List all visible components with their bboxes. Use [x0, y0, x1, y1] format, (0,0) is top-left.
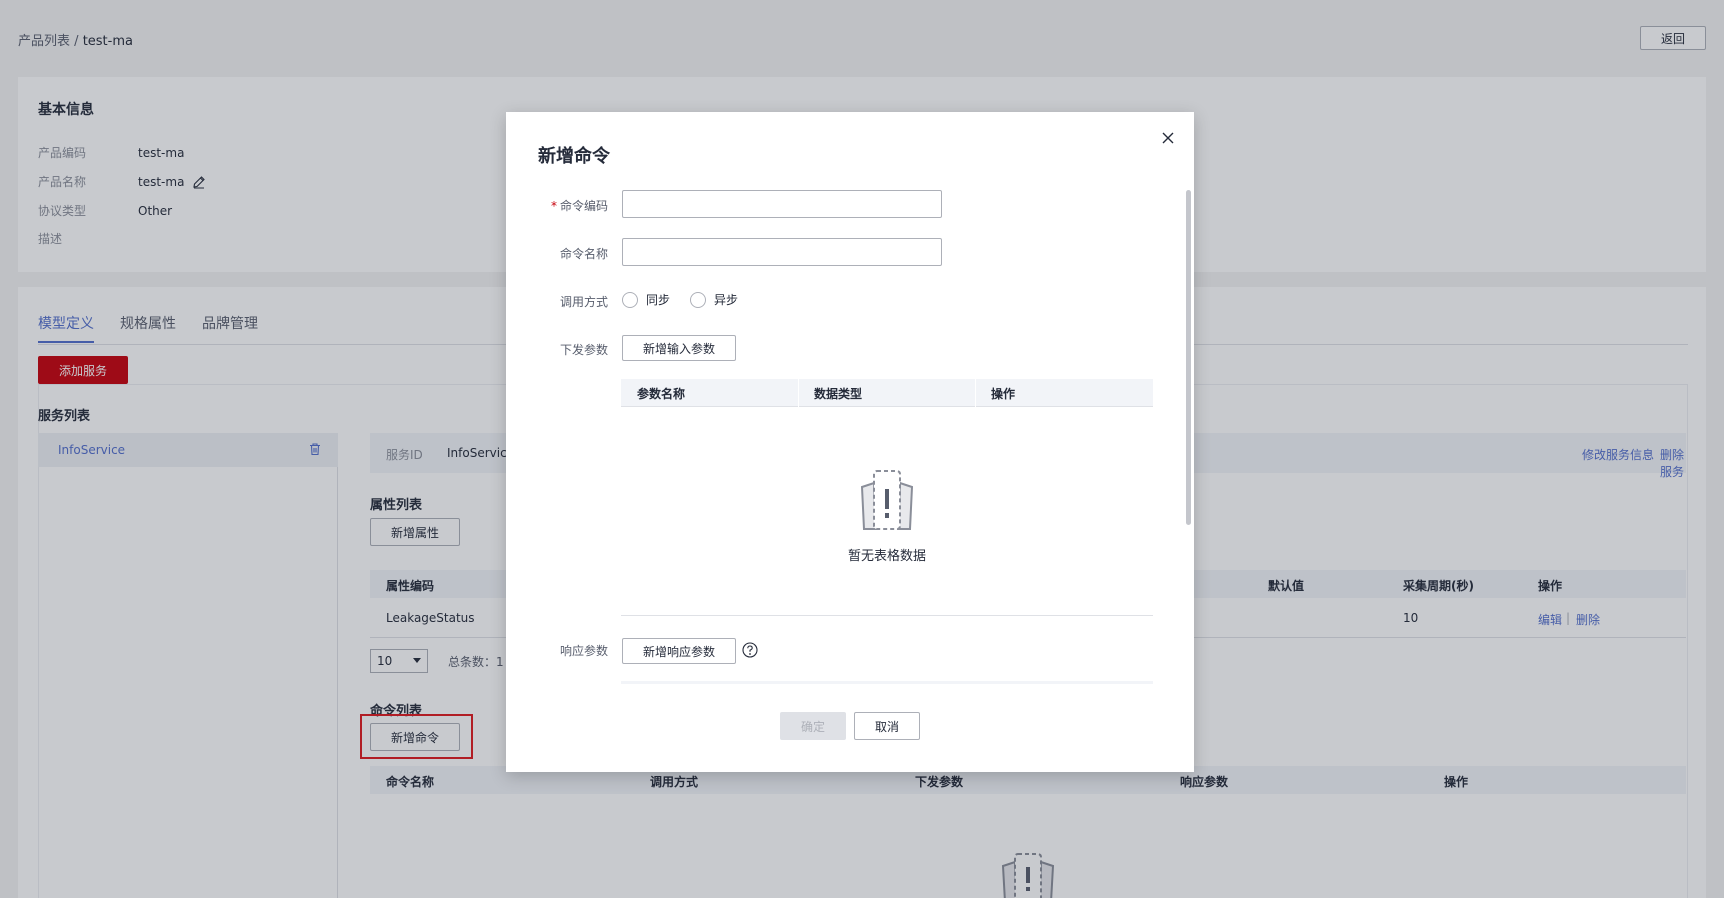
radio-label: 异步: [714, 293, 739, 307]
column-divider: [975, 379, 976, 407]
command-code-label-text: 命令编码: [559, 199, 608, 213]
column-divider: [798, 379, 799, 407]
cancel-button[interactable]: 取消: [854, 712, 920, 740]
confirm-button[interactable]: 确定: [780, 712, 846, 740]
dialog-title: 新增命令: [538, 146, 610, 167]
response-table-header-edge: [621, 681, 1153, 684]
downlink-params-label: 下发参数: [559, 343, 608, 357]
add-input-param-button[interactable]: 新增输入参数: [622, 335, 737, 361]
column-header: 操作: [991, 387, 1016, 401]
add-command-dialog: 新增命令 * 命令编码 命令名称 调用方式 同步 异步 下发参数 新增输入参数 参…: [506, 112, 1194, 772]
add-response-param-button[interactable]: 新增响应参数: [622, 638, 737, 664]
close-icon[interactable]: [1160, 130, 1176, 146]
call-mode-label: 调用方式: [559, 295, 608, 309]
call-mode-async-radio[interactable]: 异步: [690, 291, 738, 308]
call-mode-sync-radio[interactable]: 同步: [622, 291, 670, 308]
required-mark: *: [550, 199, 557, 213]
empty-table-icon: [860, 470, 914, 530]
response-params-label: 响应参数: [559, 644, 608, 658]
param-table-header: 参数名称 数据类型 操作: [621, 379, 1153, 407]
command-code-input[interactable]: [622, 190, 942, 218]
param-table-bottom-border: [621, 615, 1153, 616]
empty-text: 暂无表格数据: [847, 549, 926, 564]
command-code-label: * 命令编码: [544, 197, 608, 214]
radio-circle[interactable]: [690, 291, 706, 308]
dialog-scrollbar[interactable]: [1186, 190, 1191, 525]
help-icon[interactable]: [742, 642, 758, 658]
radio-circle[interactable]: [622, 291, 638, 308]
command-name-label: 命令名称: [559, 247, 608, 261]
command-name-input[interactable]: [622, 238, 942, 266]
column-header: 数据类型: [814, 387, 863, 401]
column-header: 参数名称: [637, 387, 686, 401]
param-table-empty: 暂无表格数据: [621, 467, 1153, 564]
radio-label: 同步: [646, 293, 671, 307]
